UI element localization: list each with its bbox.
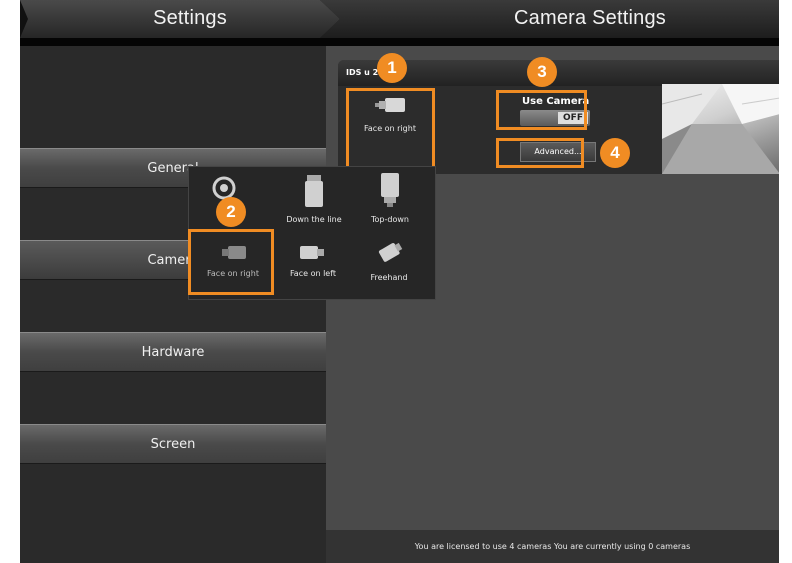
view-option-label: Face on left: [289, 269, 337, 278]
camera-preview-image: [661, 84, 779, 174]
license-footer: You are licensed to use 4 cameras You ar…: [326, 530, 779, 563]
sidebar-item-label: Hardware: [141, 345, 205, 360]
badge-3: 3: [527, 57, 557, 87]
sidebar-item-hardware[interactable]: Hardware: [20, 332, 326, 372]
view-option-top-down[interactable]: Top-down: [361, 173, 419, 224]
view-option-label: Down the line: [286, 215, 342, 224]
header-bar: Settings Camera Settings: [20, 0, 779, 38]
settings-title[interactable]: Settings: [120, 7, 260, 30]
camera-face-on-left-icon: [300, 246, 324, 259]
badge-2: 2: [216, 197, 246, 227]
camera-down-the-line-icon: [305, 175, 323, 207]
badge-1: 1: [377, 53, 407, 83]
sidebar-item-screen[interactable]: Screen: [20, 424, 326, 464]
view-option-label: Freehand: [370, 273, 408, 282]
header-divider: [20, 38, 779, 46]
camera-preview-graphic: [661, 84, 779, 174]
sidebar: General Camera Hardware Screen: [20, 46, 326, 563]
sidebar-item-label: Screen: [150, 437, 196, 452]
app-window: Settings Camera Settings General Camera …: [20, 0, 779, 563]
camera-freehand-icon: [378, 242, 403, 262]
view-option-label: Top-down: [371, 215, 409, 224]
highlight-box-2: [188, 229, 274, 295]
view-option-freehand[interactable]: Freehand: [357, 239, 421, 282]
highlight-box-1: [346, 88, 435, 172]
badge-4: 4: [600, 138, 630, 168]
view-option-face-on-left[interactable]: Face on left: [281, 243, 345, 278]
view-option-down-the-line[interactable]: Down the line: [285, 175, 343, 224]
page-title: Camera Settings: [514, 7, 666, 29]
highlight-box-3: [496, 90, 587, 130]
highlight-box-4: [496, 138, 584, 168]
camera-top-down-icon: [381, 173, 399, 207]
